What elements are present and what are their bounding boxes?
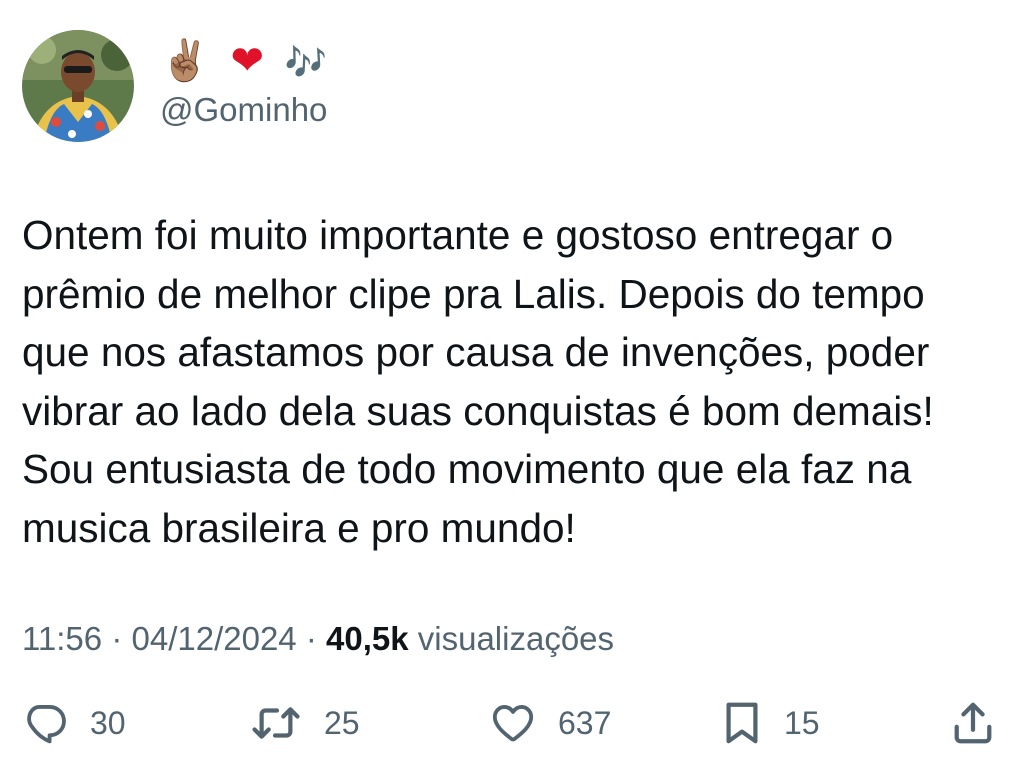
music-notes-emoji-icon: 🎶 [284, 43, 332, 83]
display-name[interactable]: ✌🏽 ❤ 🎶 [160, 36, 331, 86]
tweet-actions-bar: 30 25 637 15 [0, 696, 1024, 750]
retweet-button[interactable]: 25 [250, 696, 360, 750]
views-label: visualizações [417, 620, 615, 657]
bookmark-count: 15 [784, 705, 820, 741]
like-button[interactable]: 637 [490, 696, 611, 750]
like-count: 637 [558, 705, 612, 741]
bookmark-button[interactable]: 15 [722, 696, 820, 750]
share-icon [954, 702, 992, 744]
avatar-image [22, 30, 134, 142]
avatar[interactable] [22, 30, 134, 142]
views-count: 40,5k [326, 620, 409, 657]
heart-icon [492, 704, 534, 742]
tweet-time[interactable]: 11:56 [22, 620, 102, 657]
reply-button[interactable]: 30 [22, 696, 126, 750]
retweet-icon [252, 707, 300, 739]
bookmark-icon [726, 702, 758, 744]
meta-separator: · [305, 620, 317, 657]
reply-icon [27, 704, 66, 744]
reply-count: 30 [90, 705, 126, 741]
red-heart-emoji-icon: ❤ [230, 38, 269, 84]
tweet-text: Ontem foi muito importante e gostoso ent… [22, 212, 934, 551]
retweet-count: 25 [324, 705, 360, 741]
tweet-date[interactable]: 04/12/2024 [131, 620, 296, 657]
victory-hand-emoji-icon: ✌🏽 [160, 38, 214, 84]
user-handle[interactable]: @Gominho [160, 90, 327, 130]
meta-separator: · [111, 620, 123, 657]
tweet-metadata: 11:56 · 04/12/2024 · 40,5k visualizações [22, 617, 614, 661]
share-button[interactable] [950, 696, 996, 750]
